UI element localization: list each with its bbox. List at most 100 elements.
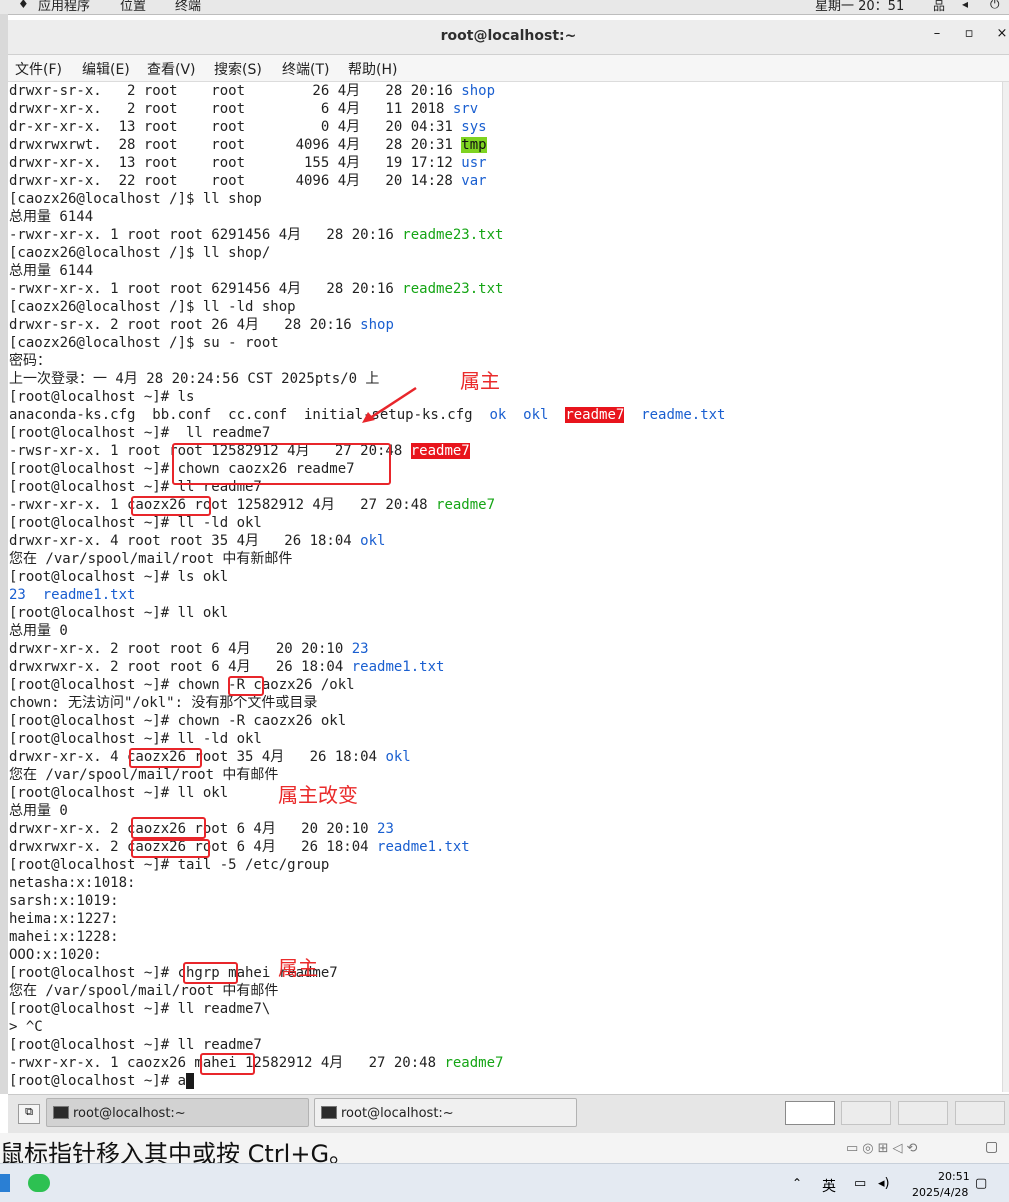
terminal-line: [root@localhost ~]# chown -R caozx26 okl — [9, 712, 346, 730]
clock[interactable]: 星期一 20：51 — [815, 0, 904, 14]
terminal-text: 总用量 6144 — [9, 263, 94, 279]
terminal-text: drwxr-xr-x. 2 root root 6 4月 20 20:10 — [9, 641, 352, 657]
terminal-text: sys — [461, 119, 487, 135]
menu-search[interactable]: 搜索(S) — [214, 59, 262, 79]
window-titlebar[interactable]: root@localhost:~ – ▫ × — [8, 20, 1009, 55]
terminal-text: [root@localhost ~]# ll -ld okl — [9, 515, 262, 531]
show-desktop-icon[interactable]: ⧉ — [18, 1104, 40, 1124]
terminal-text: okl — [523, 407, 549, 423]
task-button-active[interactable]: root@localhost:~ — [46, 1098, 309, 1127]
maximize-button[interactable]: ▫ — [958, 26, 980, 46]
terminal-text: heima:x:1227: — [9, 911, 119, 927]
terminal-line: drwxr-xr-x. 13 root root 155 4月 19 17:12… — [9, 154, 487, 172]
terminal-text: 您在 /var/spool/mail/root 中有邮件 — [9, 767, 279, 783]
terminal-line: [root@localhost ~]# tail -5 /etc/group — [9, 856, 329, 874]
window-title: root@localhost:~ — [440, 28, 577, 44]
terminal-text: [caozx26@localhost /]$ ll shop — [9, 191, 262, 207]
terminal-text: 上一次登录：一 4月 28 20:24:56 CST 2025pts/0 上 — [9, 371, 380, 387]
menu-view[interactable]: 查看(V) — [147, 59, 196, 79]
annotation-box-sub-owner-2 — [131, 839, 210, 858]
workspace-4[interactable] — [955, 1101, 1005, 1125]
terminal-line: netasha:x:1018: — [9, 874, 135, 892]
terminal-line: drwxr-xr-x. 2 root root 6 4月 20 20:10 23 — [9, 640, 369, 658]
terminal-line: 23 readme1.txt — [9, 586, 135, 604]
terminal-text: [root@localhost ~]# a — [9, 1073, 187, 1089]
terminal-line: 您在 /var/spool/mail/root 中有邮件 — [9, 766, 278, 784]
terminal-text: drwxr-xr-x. 22 root root 4096 4月 20 14:2… — [9, 173, 462, 189]
terminal-text: 您在 /var/spool/mail/root 中有邮件 — [9, 983, 279, 999]
terminal-text: -rwxr-xr-x. 1 caozx26 root 12582912 4月 2… — [9, 497, 437, 513]
display-icon[interactable]: ▭ — [854, 1176, 866, 1191]
power-icon[interactable]: ⏻ — [990, 0, 1000, 12]
terminal-text: 密码： — [9, 353, 51, 369]
ime-indicator[interactable]: 英 — [822, 1176, 836, 1196]
terminal-text: drwxr-xr-x. 13 root root 155 4月 19 17:12 — [9, 155, 462, 171]
wechat-icon[interactable] — [28, 1174, 50, 1192]
applications-menu[interactable]: 应用程序 — [38, 0, 90, 14]
vm-device-icons[interactable]: ▭◎⊞◁⟲ — [846, 1141, 921, 1156]
terminal-text: netasha:x:1018: — [9, 875, 136, 891]
terminal-text: 您在 /var/spool/mail/root 中有新邮件 — [9, 551, 293, 567]
terminal-icon — [53, 1106, 69, 1119]
menu-file[interactable]: 文件(F) — [15, 59, 62, 79]
notification-icon[interactable]: ▢ — [975, 1176, 987, 1191]
terminal-text: shop — [461, 83, 496, 99]
terminal-text: readme.txt — [641, 407, 726, 423]
apps-icon[interactable]: ♦ — [18, 0, 29, 11]
terminal-line: -rwxr-xr-x. 1 root root 6291456 4月 28 20… — [9, 226, 503, 244]
terminal-line: drwxrwxr-x. 2 root root 6 4月 26 18:04 re… — [9, 658, 444, 676]
terminal-line: 总用量 0 — [9, 802, 68, 820]
menu-terminal[interactable]: 终端(T) — [282, 59, 329, 79]
terminal-line: [root@localhost ~]# ll readme7\ — [9, 1000, 270, 1018]
workspace-2[interactable] — [841, 1101, 891, 1125]
task-button[interactable]: root@localhost:~ — [314, 1098, 577, 1127]
terminal-text: readme7 — [565, 407, 625, 423]
terminal-output[interactable]: drwxr-sr-x. 2 root root 26 4月 28 20:16 s… — [8, 82, 1002, 1092]
terminal-line: drwxr-xr-x. 4 root root 35 4月 26 18:04 o… — [9, 532, 385, 550]
tray-chevron-up-icon[interactable]: ⌃ — [792, 1176, 802, 1190]
terminal-text: 总用量 0 — [9, 803, 68, 819]
volume-icon[interactable]: ◂) — [878, 1176, 890, 1191]
tray-time[interactable]: 20:51 — [938, 1170, 970, 1183]
terminal-text: readme7 — [444, 1055, 504, 1071]
annotation-box-recursive-flag — [228, 676, 264, 696]
tray-date[interactable]: 2025/4/28 — [912, 1186, 968, 1199]
menu-help[interactable]: 帮助(H) — [348, 59, 397, 79]
vm-hint-bar: 鼠标指针移入其中或按 Ctrl+G。 ▭◎⊞◁⟲ ▢ — [0, 1133, 1009, 1168]
terminal-line: [root@localhost ~]# a — [9, 1072, 195, 1090]
workspace-1[interactable] — [785, 1101, 835, 1125]
terminal-text: okl — [360, 533, 386, 549]
terminal-line: drwxr-xr-x. 22 root root 4096 4月 20 14:2… — [9, 172, 487, 190]
terminal-scrollbar[interactable] — [1002, 82, 1009, 1092]
terminal-text: mahei:x:1228: — [9, 929, 119, 945]
menu-edit[interactable]: 编辑(E) — [82, 59, 130, 79]
terminal-text: readme1.txt — [351, 659, 445, 675]
annotation-owner-label: 属主 — [460, 369, 500, 393]
terminal-menu[interactable]: 终端 — [175, 0, 201, 14]
terminal-line: drwxr-xr-x. 2 root root 6 4月 11 2018 srv — [9, 100, 478, 118]
terminal-text: readme7 — [410, 443, 470, 459]
terminal-line: OOO:x:1020: — [9, 946, 102, 964]
terminal-text: [caozx26@localhost /]$ su - root — [9, 335, 279, 351]
minimize-button[interactable]: – — [926, 26, 948, 46]
terminal-text: readme23.txt — [402, 281, 504, 297]
terminal-line: [caozx26@localhost /]$ ll shop/ — [9, 244, 270, 262]
close-button[interactable]: × — [991, 26, 1009, 46]
terminal-text: usr — [461, 155, 487, 171]
vm-message-icon[interactable]: ▢ — [985, 1139, 998, 1155]
terminal-text: [root@localhost ~]# ls okl — [9, 569, 229, 585]
terminal-line: 总用量 6144 — [9, 262, 93, 280]
terminal-text: drwxrwxrwt. 28 root root 4096 4月 28 20:3… — [9, 137, 462, 153]
workspace-3[interactable] — [898, 1101, 948, 1125]
terminal-text: srv — [452, 101, 479, 117]
volume-icon[interactable]: ◂ — [962, 0, 968, 11]
vmware-icon[interactable] — [0, 1174, 10, 1192]
terminal-text: ok — [489, 407, 507, 423]
terminal-line: [root@localhost ~]# ll okl — [9, 604, 228, 622]
terminal-line: 您在 /var/spool/mail/root 中有新邮件 — [9, 550, 292, 568]
network-icon[interactable]: 品 — [933, 0, 945, 14]
places-menu[interactable]: 位置 — [120, 0, 146, 14]
terminal-text: sarsh:x:1019: — [9, 893, 119, 909]
terminal-text: [root@localhost ~]# chown -R caozx26 okl — [9, 713, 347, 729]
terminal-text: tmp — [461, 137, 487, 153]
